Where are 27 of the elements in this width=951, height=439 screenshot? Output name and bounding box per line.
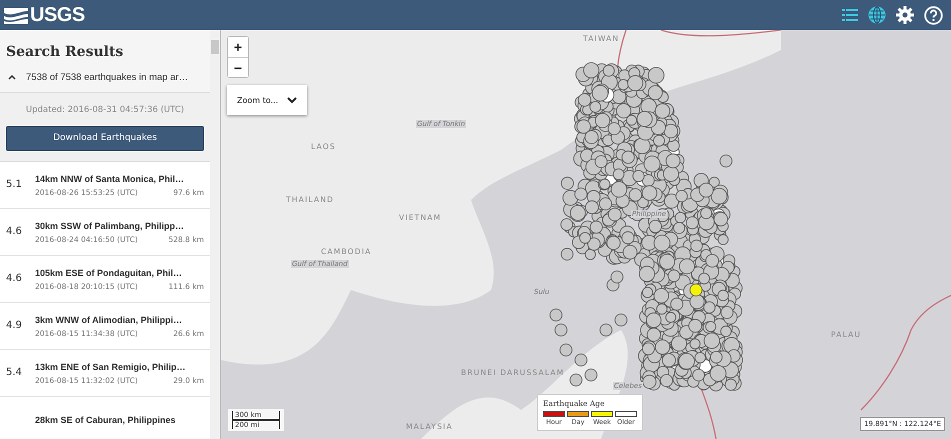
sidebar-title: Search Results (6, 44, 124, 60)
magnitude-text: 4.6 (6, 226, 23, 237)
help-icon[interactable] (924, 6, 943, 24)
zoom-to-text: Zoom to... (237, 96, 278, 104)
logo-icon (4, 6, 28, 24)
magnitude-text: 4.6 (6, 273, 23, 284)
download-button[interactable]: Download Earthquakes (6, 126, 204, 150)
place-text: 30km SSW of Palimbang, Philipp… (35, 220, 186, 232)
globe-icon[interactable] (868, 6, 886, 24)
zoom-to-dropdown[interactable]: Zoom to... (227, 85, 307, 115)
updated-text: Updated: 2016-08-31 04:57:36 (UTC) (24, 105, 186, 115)
list-icon[interactable] (842, 9, 858, 21)
summary-text: 7538 of 7538 earthquakes in map ar… (26, 71, 188, 84)
place-text: 28km SE of Caburan, Philippines (35, 414, 177, 426)
scrollbar[interactable] (210, 30, 220, 439)
place-text: 13km ENE of San Remigio, Philip… (35, 360, 187, 372)
place-text: 3km WNW of Alimodian, Philippi… (35, 314, 184, 326)
logo-text: USGS (30, 4, 85, 26)
chevron-icon (8, 75, 16, 80)
chevron-icon (287, 96, 297, 104)
magnitude-text: 5.4 (6, 367, 23, 378)
zoom-out-button[interactable]: − (228, 57, 248, 77)
place-text: 14km NNW of Santa Monica, Phil… (35, 172, 186, 184)
magnitude-text: 4.9 (6, 320, 23, 331)
magnitude-text: 5.1 (6, 179, 23, 190)
place-text: 105km ESE of Pondaguitan, Phil… (35, 266, 184, 278)
settings-icon[interactable] (896, 6, 914, 24)
